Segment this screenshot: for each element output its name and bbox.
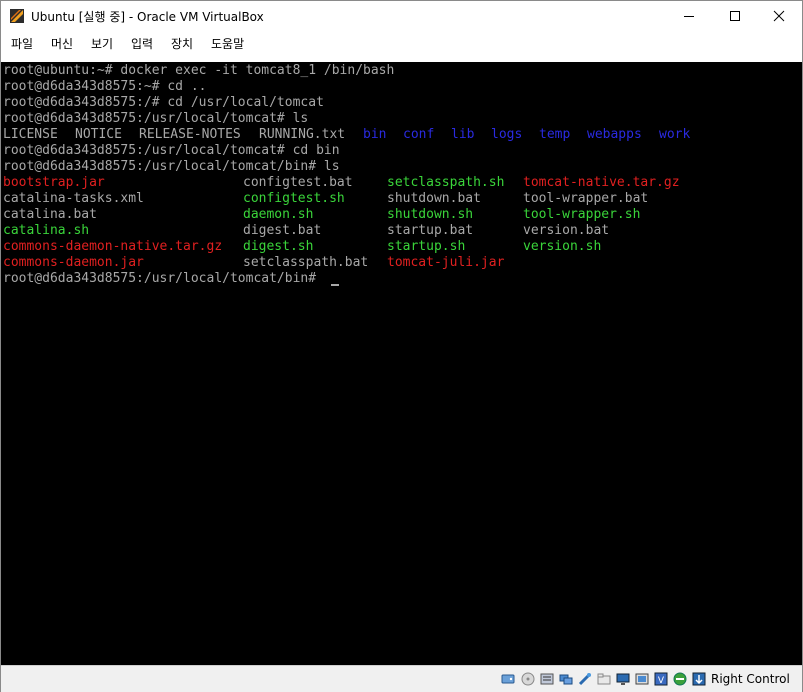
terminal-exec-entry: shutdown.sh bbox=[387, 207, 474, 222]
terminal-line: catalina.sh digest.bat startup.bat version.… bbox=[3, 223, 800, 239]
terminal-exec-entry: catalina.sh bbox=[3, 223, 90, 238]
maximize-icon bbox=[730, 11, 740, 21]
menu-devices[interactable]: 장치 bbox=[170, 35, 194, 52]
terminal-text: root@d6da343d8575:/# cd /usr/local/tomca… bbox=[3, 95, 324, 110]
terminal-line: root@d6da343d8575:/usr/local/tomcat# cd … bbox=[3, 143, 800, 159]
svg-text:V: V bbox=[658, 676, 665, 686]
terminal-archive-entry: commons-daemon-native.tar.gz bbox=[3, 239, 223, 254]
terminal-line: bootstrap.jar configtest.bat setclasspath.… bbox=[3, 175, 800, 191]
audio-icon[interactable] bbox=[540, 672, 554, 686]
menu-help[interactable]: 도움말 bbox=[210, 35, 245, 52]
terminal-text: LICENSE bbox=[3, 127, 58, 142]
terminal-line: root@d6da343d8575:/usr/local/tomcat/bin# bbox=[3, 271, 800, 287]
terminal-archive-entry: tomcat-juli.jar bbox=[387, 255, 505, 270]
menu-machine[interactable]: 머신 bbox=[50, 35, 74, 52]
terminal-text: version.bat bbox=[523, 223, 610, 238]
terminal-exec-entry: setclasspath.sh bbox=[387, 175, 505, 190]
terminal-dir-entry: conf bbox=[403, 127, 435, 142]
terminal-exec-entry: tool-wrapper.sh bbox=[523, 207, 641, 222]
terminal-text: NOTICE bbox=[75, 127, 122, 142]
terminal-line: catalina-tasks.xml configtest.sh shutdown.… bbox=[3, 191, 800, 207]
terminal-archive-entry: tomcat-native.tar.gz bbox=[523, 175, 680, 190]
cpu-icon[interactable]: V bbox=[654, 672, 668, 686]
terminal-dir-entry: lib bbox=[451, 127, 475, 142]
virtualbox-app-icon[interactable] bbox=[9, 8, 25, 24]
optical-drive-icon[interactable] bbox=[521, 672, 535, 686]
hard-disk-icon[interactable] bbox=[501, 672, 515, 686]
terminal-text: RUNNING.txt bbox=[259, 127, 346, 142]
terminal-line: root@ubuntu:~# docker exec -it tomcat8_1… bbox=[3, 63, 800, 79]
window-title: Ubuntu [실행 중] - Oracle VM VirtualBox bbox=[31, 10, 264, 24]
terminal-text: root@d6da343d8575:~# cd .. bbox=[3, 79, 207, 94]
mouse-integration-icon[interactable] bbox=[692, 672, 706, 686]
terminal-line: root@d6da343d8575:/usr/local/tomcat/bin#… bbox=[3, 159, 800, 175]
status-bar: V Right Control bbox=[1, 665, 802, 692]
close-icon bbox=[773, 10, 785, 22]
display-icon[interactable] bbox=[616, 672, 630, 686]
terminal-exec-entry: daemon.sh bbox=[243, 207, 314, 222]
terminal-text: root@d6da343d8575:/usr/local/tomcat# ls bbox=[3, 111, 309, 126]
terminal-line: root@d6da343d8575:~# cd .. bbox=[3, 79, 800, 95]
terminal-line: commons-daemon-native.tar.gz digest.sh sta… bbox=[3, 239, 800, 255]
menu-file[interactable]: 파일 bbox=[10, 35, 34, 52]
terminal-text: setclasspath.bat bbox=[243, 255, 369, 270]
terminal-exec-entry: digest.sh bbox=[243, 239, 314, 254]
terminal-text: tool-wrapper.bat bbox=[523, 191, 649, 206]
virtualization-icon[interactable] bbox=[673, 672, 687, 686]
terminal-line: root@d6da343d8575:/# cd /usr/local/tomca… bbox=[3, 95, 800, 111]
terminal-archive-entry: bootstrap.jar bbox=[3, 175, 105, 190]
minimize-button[interactable] bbox=[666, 1, 712, 31]
close-button[interactable] bbox=[756, 1, 802, 31]
terminal-text: root@d6da343d8575:/usr/local/tomcat/bin#… bbox=[3, 159, 340, 174]
menu-bar: 파일 머신 보기 입력 장치 도움말 bbox=[1, 31, 802, 61]
terminal-text: shutdown.bat bbox=[387, 191, 481, 206]
terminal-text: digest.bat bbox=[243, 223, 322, 238]
terminal-dir-entry: work bbox=[659, 127, 691, 142]
maximize-button[interactable] bbox=[712, 1, 758, 31]
terminal-archive-entry: commons-daemon.jar bbox=[3, 255, 144, 270]
host-key-label: Right Control bbox=[711, 672, 790, 686]
terminal-dir-entry: webapps bbox=[587, 127, 642, 142]
terminal-text: catalina-tasks.xml bbox=[3, 191, 144, 206]
video-capture-icon[interactable] bbox=[635, 672, 649, 686]
terminal-dir-entry: bin bbox=[363, 127, 387, 142]
terminal-text: configtest.bat bbox=[243, 175, 353, 190]
terminal-text: root@ubuntu:~# docker exec -it tomcat8_1… bbox=[3, 63, 395, 78]
terminal-dir-entry: logs bbox=[491, 127, 523, 142]
menu-input[interactable]: 입력 bbox=[130, 35, 154, 52]
terminal-line: catalina.bat daemon.sh shutdown.sh tool-wra… bbox=[3, 207, 800, 223]
terminal-dir-entry: temp bbox=[539, 127, 571, 142]
text-cursor bbox=[331, 284, 339, 286]
terminal-line: commons-daemon.jar setclasspath.bat tomcat… bbox=[3, 255, 800, 271]
terminal-line: root@d6da343d8575:/usr/local/tomcat# ls bbox=[3, 111, 800, 127]
terminal-text: root@d6da343d8575:/usr/local/tomcat# cd … bbox=[3, 143, 340, 158]
title-bar[interactable]: Ubuntu [실행 중] - Oracle VM VirtualBox bbox=[1, 1, 802, 31]
terminal-text: catalina.bat bbox=[3, 207, 97, 222]
terminal-exec-entry: startup.sh bbox=[387, 239, 466, 254]
menu-view[interactable]: 보기 bbox=[90, 35, 114, 52]
terminal-text: root@d6da343d8575:/usr/local/tomcat/bin# bbox=[3, 271, 324, 286]
terminal-line: LICENSE NOTICE RELEASE-NOTES RUNNING.txt bin… bbox=[3, 127, 800, 143]
terminal-text: RELEASE-NOTES bbox=[139, 127, 241, 142]
usb-icon[interactable] bbox=[578, 672, 592, 686]
virtualbox-window: Ubuntu [실행 중] - Oracle VM VirtualBox 파일 … bbox=[0, 0, 803, 692]
terminal-text: startup.bat bbox=[387, 223, 474, 238]
shared-folders-icon[interactable] bbox=[597, 672, 611, 686]
terminal-exec-entry: configtest.sh bbox=[243, 191, 345, 206]
terminal-exec-entry: version.sh bbox=[523, 239, 602, 254]
network-icon[interactable] bbox=[559, 672, 573, 686]
vm-console-screen[interactable]: root@ubuntu:~# docker exec -it tomcat8_1… bbox=[1, 62, 802, 665]
minimize-icon bbox=[684, 16, 694, 17]
